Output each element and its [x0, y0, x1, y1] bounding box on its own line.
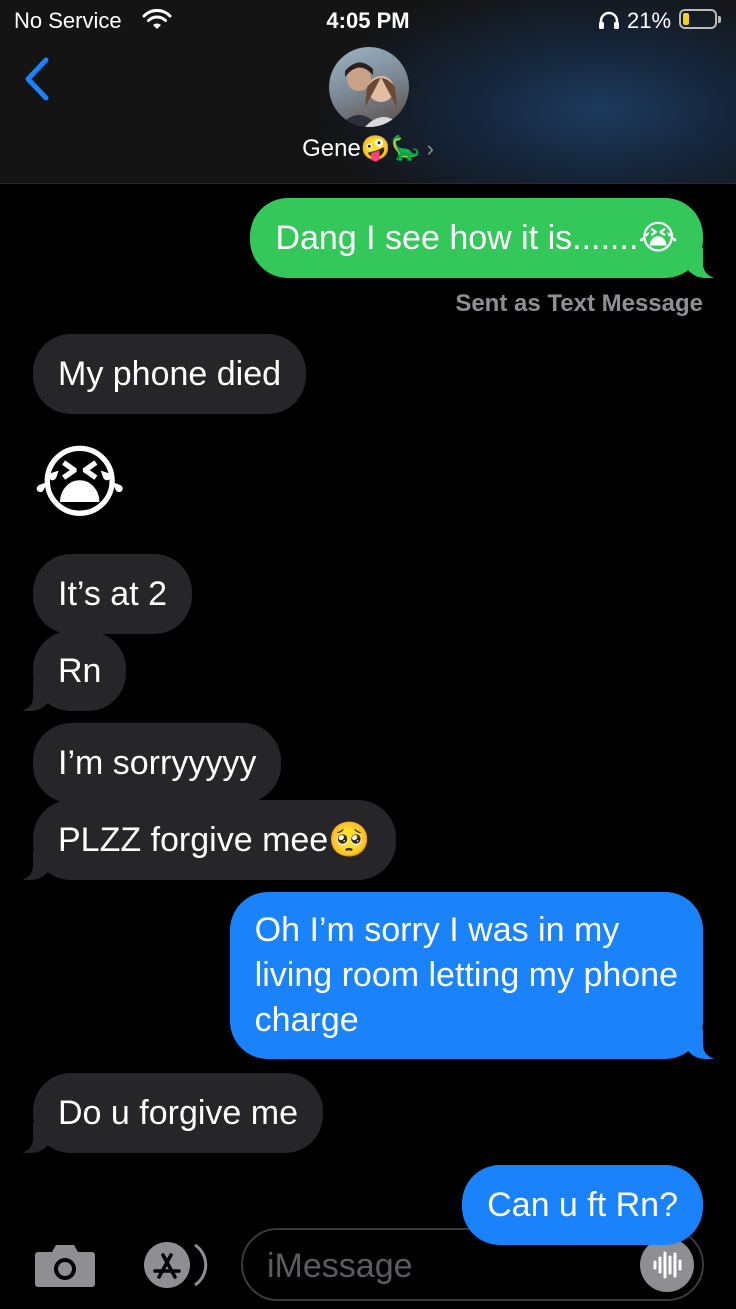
message-bubble-incoming[interactable]: Do u forgive me [11, 1073, 323, 1153]
message-text: Dang I see how it is.......😭 [275, 219, 678, 257]
conversation-header: No Service 4:05 PM 21% Gene🤪🦕 › [0, 0, 736, 184]
back-chevron-icon[interactable] [22, 56, 52, 102]
message-bubble-incoming[interactable]: Rn [10, 631, 127, 711]
message-text: Can u ft Rn? [487, 1186, 678, 1224]
battery-percent: 21% [627, 8, 672, 33]
message-bubble-outgoing[interactable]: Oh I’m sorry I was in my living room let… [229, 892, 726, 1059]
chevron-right-icon: › [426, 136, 434, 161]
emoji-message[interactable]: 😭 [33, 437, 126, 529]
message-input-placeholder: iMessage [267, 1247, 413, 1285]
contact-avatar[interactable] [329, 47, 409, 127]
sent-as-text-note: Sent as Text Message [455, 290, 703, 317]
headphones-icon [599, 11, 619, 29]
battery-icon [679, 9, 721, 29]
contact-emoji: 🤪🦕 [360, 135, 421, 162]
carrier-label: No Service [14, 8, 122, 33]
message-text: Do u forgive me [58, 1094, 298, 1132]
message-bubble-incoming[interactable]: My phone died [33, 334, 307, 414]
camera-icon[interactable] [34, 1242, 96, 1288]
message-bubble-incoming[interactable]: PLZZ forgive mee🥺 [11, 800, 396, 880]
message-bubble-incoming[interactable]: I’m sorryyyyy [33, 723, 282, 803]
message-bubble-outgoing[interactable]: Can u ft Rn? [462, 1165, 703, 1245]
message-text: It’s at 2 [58, 575, 167, 613]
message-line: charge [254, 1001, 359, 1039]
message-text: My phone died [58, 355, 282, 393]
status-bar: No Service 4:05 PM 21% [0, 0, 736, 40]
message-bubble-outgoing[interactable]: Dang I see how it is.......😭 [250, 198, 725, 278]
message-text: Rn [58, 652, 102, 690]
wifi-icon [142, 9, 172, 29]
message-text: I’m sorryyyyy [58, 744, 257, 782]
message-bubble-incoming[interactable]: It’s at 2 [33, 554, 192, 634]
audio-waveform-icon [653, 1251, 682, 1279]
message-line: living room letting my phone [254, 956, 678, 994]
message-text: PLZZ forgive mee🥺 [58, 821, 371, 859]
contact-name-button[interactable]: Gene🤪🦕 › [0, 134, 736, 163]
app-store-icon[interactable] [137, 1241, 209, 1289]
message-line: Oh I’m sorry I was in my [254, 911, 620, 949]
contact-name: Gene [302, 135, 361, 162]
audio-message-button[interactable] [640, 1238, 694, 1292]
